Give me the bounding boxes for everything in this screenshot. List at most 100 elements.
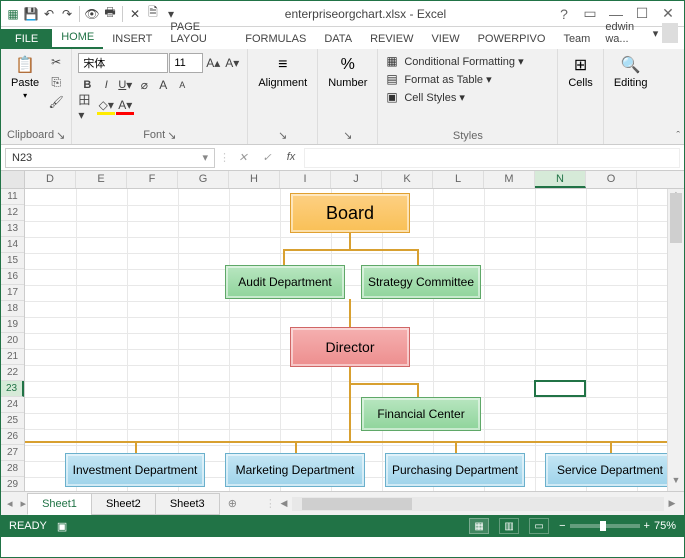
row-header[interactable]: 25 [1,413,24,429]
increase-font-icon[interactable]: A▴ [204,54,222,72]
redo-icon[interactable]: ↷ [59,6,75,22]
row-header[interactable]: 21 [1,349,24,365]
paste-button[interactable]: 📋 Paste▾ [7,53,43,102]
scroll-down-icon[interactable]: ▼ [668,475,684,491]
row-header[interactable]: 13 [1,221,24,237]
row-header[interactable]: 27 [1,445,24,461]
conditional-formatting-button[interactable]: ▦Conditional Formatting ▾ [384,53,525,69]
column-header[interactable]: K [382,171,433,188]
copy-icon[interactable]: ⎘ [47,73,65,91]
tab-insert[interactable]: INSERT [103,29,161,49]
scroll-right-icon[interactable]: ▶ [664,498,680,509]
selected-cell[interactable] [534,380,586,397]
orgchart-node-invest[interactable]: Investment Department [65,453,205,487]
row-header[interactable]: 23 [1,381,24,397]
sheet-tab-2[interactable]: Sheet2 [91,493,156,515]
tab-file[interactable]: FILE [1,29,52,49]
number-button[interactable]: % Number [324,53,371,91]
dialog-launcher-icon[interactable]: ↘ [56,129,65,142]
tab-home[interactable]: HOME [52,27,103,49]
orgchart-node-board[interactable]: Board [290,193,410,233]
fill-color-button[interactable]: ◇▾ [97,97,115,115]
new-sheet-button[interactable]: ⊕ [220,493,245,514]
dialog-launcher-icon[interactable]: ↘ [343,129,352,142]
row-header[interactable]: 12 [1,205,24,221]
column-header[interactable]: J [331,171,382,188]
formula-input[interactable] [304,148,680,168]
zoom-slider[interactable] [570,524,640,528]
orgchart-node-finance[interactable]: Financial Center [361,397,481,431]
column-header[interactable]: H [229,171,280,188]
page-break-view-button[interactable]: ▭ [529,518,549,534]
underline-button[interactable]: U▾ [116,76,134,94]
column-header[interactable]: E [76,171,127,188]
print-icon[interactable]: 🖶 [102,6,118,22]
tab-review[interactable]: REVIEW [361,29,422,49]
preview-icon[interactable]: 👁 [84,6,100,22]
zoom-in-button[interactable]: + [644,520,650,532]
row-header[interactable]: 14 [1,237,24,253]
column-header[interactable]: D [25,171,76,188]
name-box[interactable]: N23▾ [5,148,215,168]
orgchart-node-audit[interactable]: Audit Department [225,265,345,299]
cut-icon[interactable]: ✂ [47,53,65,71]
sheet-tab-3[interactable]: Sheet3 [155,493,220,515]
column-header[interactable]: N [535,171,586,188]
font-color-button[interactable]: A▾ [116,97,134,115]
border-button[interactable]: 田▾ [78,97,96,115]
row-header[interactable]: 22 [1,365,24,381]
row-header[interactable]: 18 [1,301,24,317]
font-size-input[interactable] [169,53,203,73]
sheet-nav-first-icon[interactable]: ◂ [5,497,15,510]
vertical-scrollbar[interactable]: ▲ ▼ [667,189,684,491]
cancel-formula-icon[interactable]: ✕ [234,151,252,164]
cells-area[interactable]: BoardAudit DepartmentStrategy CommitteeD… [25,189,667,491]
horizontal-scrollbar[interactable]: ⋮ ◀ ▶ [265,497,680,511]
row-header[interactable]: 16 [1,269,24,285]
worksheet-grid[interactable]: DEFGHIJKLMNO 111213141516171819202122232… [1,171,684,491]
hscroll-thumb[interactable] [302,498,412,510]
format-painter-icon[interactable]: 🖌 [47,93,65,111]
dialog-launcher-icon[interactable]: ↘ [167,129,176,142]
qat-more-icon[interactable]: 🗎 [145,6,161,22]
tab-powerpivot[interactable]: POWERPIVO [469,29,555,49]
vscroll-thumb[interactable] [670,193,682,243]
column-header[interactable]: G [178,171,229,188]
row-header[interactable]: 20 [1,333,24,349]
cell-styles-button[interactable]: ▣Cell Styles ▾ [384,89,467,105]
scroll-left-icon[interactable]: ◀ [276,498,292,509]
column-header[interactable]: O [586,171,637,188]
select-all-corner[interactable] [1,171,25,188]
enter-formula-icon[interactable]: ✓ [258,151,276,164]
row-header[interactable]: 29 [1,477,24,491]
row-header[interactable]: 28 [1,461,24,477]
font-shrink-a-icon[interactable]: A [173,76,191,94]
alignment-button[interactable]: ≡ Alignment [254,53,311,91]
column-header[interactable]: I [280,171,331,188]
row-header[interactable]: 24 [1,397,24,413]
editing-button[interactable]: 🔍 Editing [610,53,652,91]
user-account[interactable]: edwin wa...▾ [599,17,684,49]
row-header[interactable]: 11 [1,189,24,205]
tab-page-layout[interactable]: PAGE LAYOU [161,17,236,49]
orgchart-node-service[interactable]: Service Department [545,453,675,487]
row-header[interactable]: 26 [1,429,24,445]
column-header[interactable]: M [484,171,535,188]
orgchart-node-purchase[interactable]: Purchasing Department [385,453,525,487]
tab-view[interactable]: VIEW [422,29,468,49]
italic-button[interactable]: I [97,76,115,94]
help-icon[interactable]: ? [552,4,576,24]
font-grow-a-icon[interactable]: A [154,76,172,94]
dialog-launcher-icon[interactable]: ↘ [278,129,287,142]
column-header[interactable]: F [127,171,178,188]
macro-record-icon[interactable]: ▣ [57,520,67,533]
row-header[interactable]: 19 [1,317,24,333]
page-layout-view-button[interactable]: ▥ [499,518,519,534]
strikethrough-icon[interactable]: ⌀ [135,76,153,94]
zoom-out-button[interactable]: − [559,520,565,532]
sheet-tab-1[interactable]: Sheet1 [27,493,92,515]
format-as-table-button[interactable]: ▤Format as Table ▾ [384,71,493,87]
undo-icon[interactable]: ↶ [41,6,57,22]
decrease-font-icon[interactable]: A▾ [223,54,241,72]
zoom-handle[interactable] [600,521,606,531]
